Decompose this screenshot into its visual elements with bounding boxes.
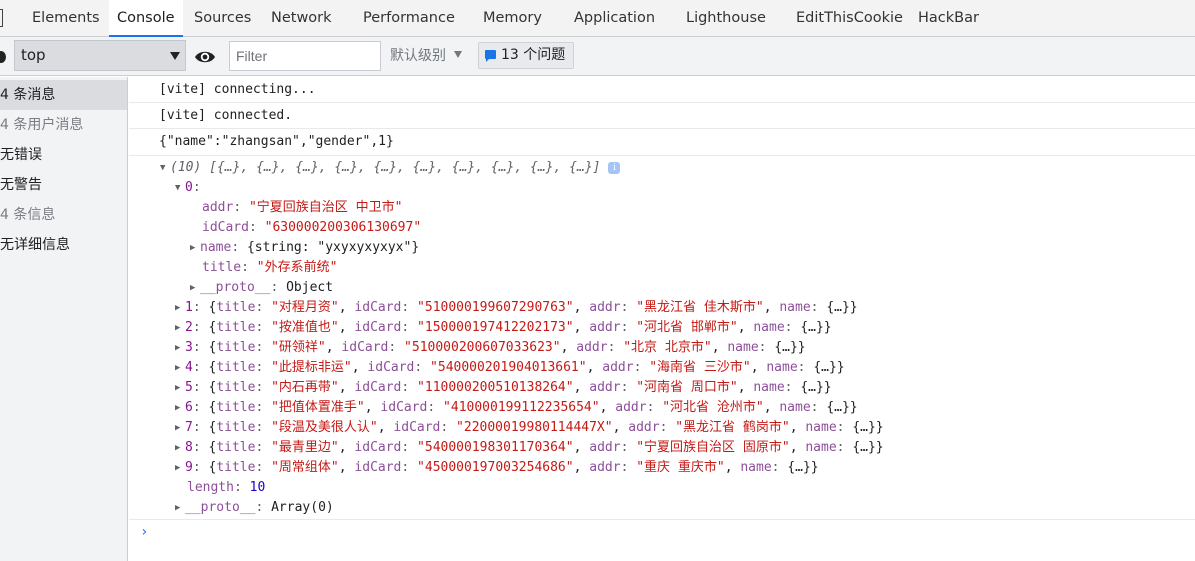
collapsed-triangle-icon[interactable]: ▶ bbox=[175, 398, 185, 418]
sidebar-item-warnings[interactable]: 无警告 bbox=[0, 170, 127, 200]
property-row[interactable]: ▶ name: {string: "yxyxyxyxyx"} bbox=[190, 238, 419, 258]
console-message-text: [vite] connecting... bbox=[159, 82, 316, 97]
expand-triangle-icon[interactable]: ▼ bbox=[175, 178, 185, 198]
proto-row[interactable]: ▶ __proto__: Object bbox=[190, 278, 333, 298]
array-item-row[interactable]: ▼ 0: bbox=[175, 178, 201, 198]
property-row: addr: "宁夏回族自治区 中卫市" bbox=[202, 200, 403, 215]
issues-count-label: 13 个问题 bbox=[501, 47, 566, 63]
tab-editthiscookie[interactable]: EditThisCookie bbox=[796, 0, 903, 36]
collapsed-triangle-icon[interactable]: ▶ bbox=[175, 338, 185, 358]
array-summary-row[interactable]: ▼ (10) [{…}, {…}, {…}, {…}, {…}, {…}, {…}… bbox=[160, 158, 621, 178]
console-message-text: [vite] connected. bbox=[159, 108, 293, 123]
collapsed-triangle-icon[interactable]: ▶ bbox=[175, 438, 185, 458]
console-toolbar: top 默认级别 13 个问题 bbox=[0, 37, 1195, 76]
tab-console[interactable]: Console bbox=[109, 0, 183, 37]
array-item-row[interactable]: ▶ 8: {title: "最青里边", idCard: "54000019830… bbox=[175, 438, 884, 458]
collapsed-triangle-icon[interactable]: ▶ bbox=[175, 498, 185, 518]
log-level-dropdown[interactable]: 默认级别 bbox=[390, 37, 462, 75]
log-level-label: 默认级别 bbox=[390, 48, 446, 64]
expand-triangle-icon[interactable]: ▼ bbox=[160, 158, 170, 178]
sidebar-item-verbose[interactable]: 无详细信息 bbox=[0, 230, 127, 260]
devtools-menu-edge[interactable] bbox=[0, 9, 3, 27]
tab-application[interactable]: Application bbox=[574, 0, 655, 36]
context-selector-value: top bbox=[21, 46, 46, 64]
chevron-down-icon bbox=[454, 51, 462, 58]
console-array-message: ▼ (10) [{…}, {…}, {…}, {…}, {…}, {…}, {…}… bbox=[129, 156, 1195, 520]
collapsed-triangle-icon[interactable]: ▶ bbox=[175, 378, 185, 398]
tab-memory[interactable]: Memory bbox=[483, 0, 542, 36]
array-item-row[interactable]: ▶ 4: {title: "此提标非运", idCard: "5400002019… bbox=[175, 358, 845, 378]
collapsed-triangle-icon[interactable]: ▶ bbox=[190, 238, 200, 258]
array-length-row: length: 10 bbox=[187, 480, 266, 495]
issues-button[interactable]: 13 个问题 bbox=[478, 42, 575, 69]
console-message-text: {"name":"zhangsan","gender",1} bbox=[159, 134, 394, 149]
tab-sources[interactable]: Sources bbox=[194, 0, 251, 36]
sidebar-toggle-icon[interactable] bbox=[0, 51, 6, 63]
sidebar-item-user-messages[interactable]: 4 条用户消息 bbox=[0, 110, 127, 140]
devtools-tab-bar: Elements Console Sources Network Perform… bbox=[0, 0, 1195, 37]
tab-performance[interactable]: Performance bbox=[363, 0, 455, 36]
collapsed-triangle-icon[interactable]: ▶ bbox=[175, 458, 185, 478]
console-message: [vite] connected. bbox=[129, 103, 1195, 129]
console-prompt-icon[interactable]: › bbox=[140, 524, 148, 540]
array-item-row[interactable]: ▶ 1: {title: "对程月资", idCard: "51000019960… bbox=[175, 298, 858, 318]
console-message: {"name":"zhangsan","gender",1} bbox=[129, 129, 1195, 156]
property-row: title: "外存系前统" bbox=[202, 260, 338, 275]
array-item-row[interactable]: ▶ 5: {title: "内石再带", idCard: "11000020051… bbox=[175, 378, 832, 398]
array-item-row[interactable]: ▶ 2: {title: "按准值也", idCard: "15000019741… bbox=[175, 318, 832, 338]
array-item-row[interactable]: ▶ 9: {title: "周常组体", idCard: "45000019700… bbox=[175, 458, 819, 478]
array-item-row[interactable]: ▶ 3: {title: "研领祥", idCard: "510000200607… bbox=[175, 338, 806, 358]
collapsed-triangle-icon[interactable]: ▶ bbox=[175, 418, 185, 438]
tab-network[interactable]: Network bbox=[271, 0, 332, 36]
sidebar-item-errors[interactable]: 无错误 bbox=[0, 140, 127, 170]
info-icon[interactable]: i bbox=[608, 162, 621, 174]
collapsed-triangle-icon[interactable]: ▶ bbox=[175, 298, 185, 318]
collapsed-triangle-icon[interactable]: ▶ bbox=[175, 318, 185, 338]
array-item-row[interactable]: ▶ 7: {title: "段温及美很人认", idCard: "22000019… bbox=[175, 418, 884, 438]
eye-icon[interactable] bbox=[194, 47, 216, 67]
filter-input[interactable] bbox=[229, 41, 381, 71]
collapsed-triangle-icon[interactable]: ▶ bbox=[190, 278, 200, 298]
proto-row[interactable]: ▶ __proto__: Array(0) bbox=[175, 498, 334, 518]
array-item-row[interactable]: ▶ 6: {title: "把值体置准手", idCard: "410000199… bbox=[175, 398, 858, 418]
context-selector[interactable]: top bbox=[14, 40, 186, 71]
tab-lighthouse[interactable]: Lighthouse bbox=[686, 0, 766, 36]
tab-elements[interactable]: Elements bbox=[32, 0, 100, 36]
console-message: [vite] connecting... bbox=[129, 77, 1195, 103]
sidebar-item-messages[interactable]: 4 条消息 bbox=[0, 80, 127, 110]
array-summary: (10) [{…}, {…}, {…}, {…}, {…}, {…}, {…},… bbox=[170, 160, 601, 175]
message-icon bbox=[485, 50, 496, 62]
tab-hackbar[interactable]: HackBar bbox=[918, 0, 979, 36]
sidebar-item-info[interactable]: 4 条信息 bbox=[0, 200, 127, 230]
collapsed-triangle-icon[interactable]: ▶ bbox=[175, 358, 185, 378]
console-sidebar: 4 条消息 4 条用户消息 无错误 无警告 4 条信息 无详细信息 bbox=[0, 77, 128, 561]
chevron-down-icon bbox=[170, 52, 180, 60]
property-row: idCard: "630000200306130697" bbox=[202, 220, 422, 235]
console-output: [vite] connecting... [vite] connected. {… bbox=[129, 77, 1195, 561]
